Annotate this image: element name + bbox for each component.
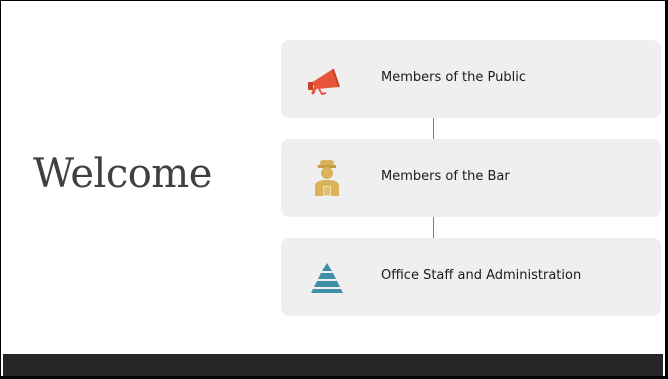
slide-canvas: Welcome Members of the Public Members of… bbox=[3, 3, 663, 354]
card-office-staff-and-administration[interactable]: Office Staff and Administration bbox=[281, 238, 661, 316]
slide-title: Welcome bbox=[33, 151, 212, 197]
connector-line bbox=[433, 118, 434, 139]
card-label: Office Staff and Administration bbox=[381, 268, 582, 283]
card-label: Members of the Bar bbox=[381, 169, 510, 184]
card-label: Members of the Public bbox=[381, 70, 526, 85]
connector-line bbox=[433, 217, 434, 238]
card-members-of-the-bar[interactable]: Members of the Bar bbox=[281, 139, 661, 217]
pyramid-icon bbox=[305, 255, 349, 299]
slide-frame: Welcome Members of the Public Members of… bbox=[0, 0, 666, 377]
megaphone-icon bbox=[305, 57, 349, 101]
card-members-of-the-public[interactable]: Members of the Public bbox=[281, 40, 661, 118]
footer-bar bbox=[3, 354, 663, 376]
judge-icon bbox=[305, 156, 349, 200]
